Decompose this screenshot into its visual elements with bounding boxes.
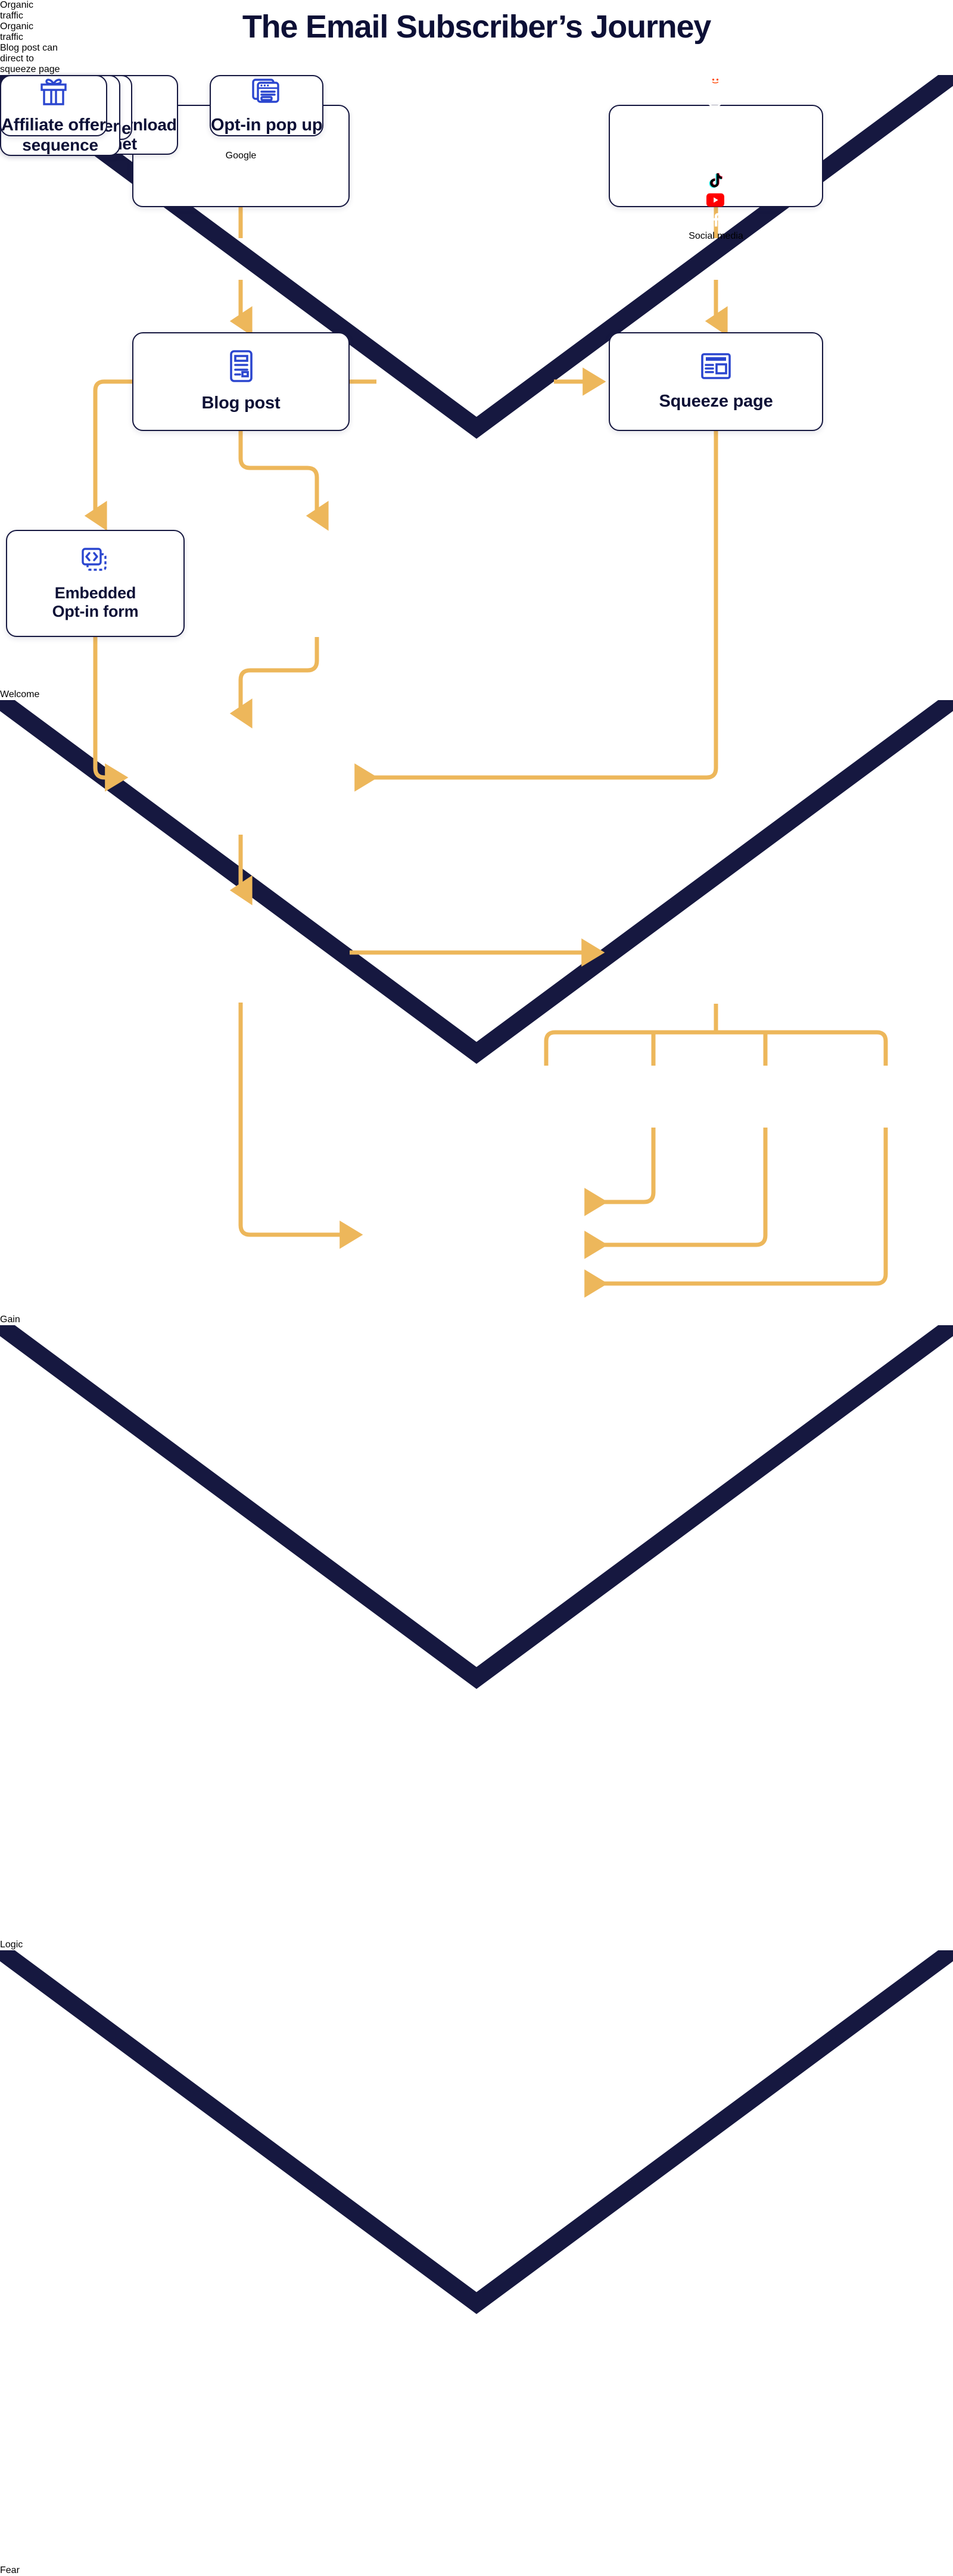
instagram-icon — [706, 91, 725, 111]
node-label-affiliate-offer: Affiliate offer — [1, 115, 106, 135]
node-email-gain[interactable]: Gain — [0, 693, 953, 1325]
edge-label-line: direct to — [0, 54, 34, 64]
node-squeeze-page[interactable]: Squeeze page — [609, 332, 823, 431]
node-affiliate-offer[interactable]: Affiliate offer — [0, 75, 107, 137]
envelope-icon — [0, 1943, 953, 2315]
google-letter-g: g — [243, 151, 249, 161]
node-label-blog-post: Blog post — [201, 394, 281, 413]
node-embedded-optin-form[interactable]: Embedded Opt-in form — [6, 530, 185, 637]
document-article-icon — [225, 349, 257, 386]
landing-page-icon — [697, 351, 734, 385]
google-letter-o1: o — [233, 151, 239, 161]
node-label-social-media: Social media — [689, 231, 743, 241]
envelope-icon — [0, 1318, 953, 1690]
node-label-email-logic: Logic — [0, 1940, 23, 1950]
node-blog-post[interactable]: Blog post — [132, 332, 350, 431]
node-label-email-fear: Fear — [0, 2565, 20, 2575]
node-optin-popup[interactable]: Opt-in pop up — [210, 75, 324, 137]
node-label-line: sequence — [22, 136, 98, 155]
google-letter-e: e — [251, 151, 257, 161]
linkedin-icon — [706, 132, 725, 151]
envelope-icon — [0, 693, 953, 1064]
browser-popup-icon — [250, 76, 284, 108]
google-wordmark-icon: Google — [226, 151, 257, 161]
node-label-line: Embedded — [54, 583, 136, 602]
pinterest-icon — [706, 111, 725, 132]
node-email-fear[interactable]: Fear — [0, 1943, 953, 2575]
youtube-icon — [706, 193, 725, 210]
node-label-line: Opt-in form — [52, 602, 139, 620]
diagram-canvas: The Email Subscriber’s Journey Organic t… — [0, 0, 953, 2575]
google-letter-o2: o — [238, 151, 244, 161]
tiktok-icon — [706, 171, 725, 193]
node-label-embedded-optin-form: Embedded Opt-in form — [52, 584, 139, 621]
reddit-icon — [706, 70, 725, 91]
google-letter-G: G — [225, 151, 233, 161]
facebook-icon — [706, 210, 725, 231]
edge-label-blog-direct-to-squeeze: Blog post can direct to squeeze page — [0, 43, 953, 75]
social-media-icons — [706, 70, 725, 231]
page-title: The Email Subscriber’s Journey — [242, 9, 711, 45]
edge-label-line: squeeze page — [0, 64, 60, 74]
node-label-email-welcome: Welcome — [0, 689, 40, 700]
node-label-squeeze-page: Squeeze page — [659, 392, 773, 411]
node-email-logic[interactable]: Logic — [0, 1318, 953, 1950]
code-embed-icon — [78, 546, 113, 578]
node-label-email-gain: Gain — [0, 1314, 20, 1325]
node-social-media[interactable]: Social media — [609, 71, 823, 241]
gift-box-icon — [36, 76, 71, 110]
node-label-optin-popup: Opt-in pop up — [211, 115, 323, 135]
twitter-icon — [706, 151, 725, 171]
